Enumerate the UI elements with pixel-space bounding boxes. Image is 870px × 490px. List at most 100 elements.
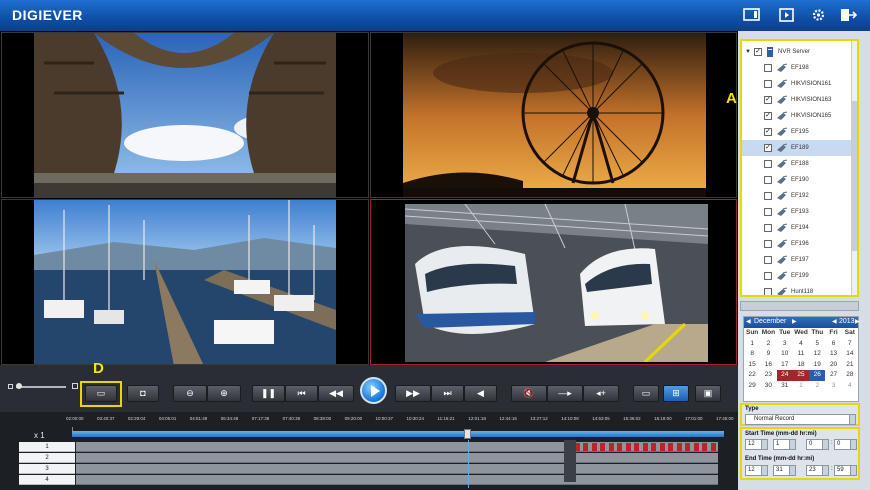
start-day-field[interactable]: 1 (773, 439, 796, 450)
calendar-day[interactable]: 8 (744, 349, 760, 360)
start-month-field[interactable]: 12 (745, 439, 768, 450)
play-icon[interactable] (360, 377, 387, 404)
calendar-day[interactable]: 1 (744, 339, 760, 350)
recording-segment[interactable] (676, 443, 682, 451)
step-forward-icon[interactable]: ⏭ (431, 385, 464, 402)
camera-checkbox[interactable]: ✓ (764, 144, 772, 152)
tree-item[interactable]: EF193 (742, 204, 855, 220)
video-cell-1[interactable] (1, 32, 369, 198)
volume-up-icon[interactable]: ◂+ (583, 385, 619, 402)
tree-root-nvr-server[interactable]: ▼ ✓ NVR Server (742, 44, 855, 60)
calendar-day[interactable]: 25 (792, 370, 810, 381)
channel-label[interactable]: 4 (19, 475, 75, 485)
tree-item[interactable]: EF198 (742, 60, 855, 76)
step-back-icon[interactable]: ⏮ (285, 385, 318, 402)
camera-checkbox[interactable]: ✓ (764, 96, 772, 104)
calendar-day[interactable]: 7 (842, 339, 858, 350)
camera-checkbox[interactable]: ✓ (764, 128, 772, 136)
camera-checkbox[interactable] (764, 272, 772, 280)
zoom-slider-thumb[interactable] (16, 383, 22, 389)
end-hour-field[interactable]: 23 (806, 465, 829, 476)
channel-track[interactable] (76, 475, 718, 485)
tree-item[interactable]: Hunt118 (742, 284, 855, 295)
tree-scroll-thumb[interactable] (852, 101, 857, 251)
calendar-day[interactable]: 24 (776, 370, 793, 381)
end-minute-field[interactable]: 59 (834, 465, 857, 476)
recording-segment[interactable] (608, 443, 614, 451)
end-day-field[interactable]: 31 (773, 465, 796, 476)
calendar-day[interactable]: 30 (760, 381, 776, 392)
fast-forward-icon[interactable]: ▶▶ (395, 385, 431, 402)
calendar-day[interactable]: 3 (825, 381, 841, 392)
calendar-day[interactable]: 11 (793, 349, 809, 360)
camera-checkbox[interactable]: ✓ (764, 112, 772, 120)
calendar-day[interactable]: 9 (760, 349, 776, 360)
calendar-day[interactable]: 27 (825, 370, 841, 381)
calendar-day[interactable]: 3 (777, 339, 793, 350)
tree-item[interactable]: EF196 (742, 236, 855, 252)
timeline-position-thumb[interactable] (464, 429, 471, 439)
settings-gear-icon[interactable] (810, 8, 827, 22)
calendar-day[interactable]: 22 (744, 370, 760, 381)
channel-track[interactable] (76, 464, 718, 474)
calendar-day[interactable]: 4 (842, 381, 858, 392)
rewind-icon[interactable]: ◀◀ (318, 385, 354, 402)
calendar-day[interactable]: 18 (793, 360, 809, 371)
calendar-day[interactable]: 4 (793, 339, 809, 350)
next-year-icon[interactable]: ▶ (855, 318, 860, 325)
recording-segment[interactable] (600, 443, 605, 451)
recording-segment[interactable] (668, 443, 673, 451)
camera-checkbox[interactable] (764, 176, 772, 184)
tree-item[interactable]: EF192 (742, 188, 855, 204)
recording-segment[interactable] (685, 443, 690, 451)
calendar-day[interactable]: 17 (777, 360, 793, 371)
calendar-day[interactable]: 29 (744, 381, 760, 392)
recording-segment[interactable] (634, 443, 639, 451)
calendar-day[interactable]: 12 (809, 349, 825, 360)
camera-checkbox[interactable] (764, 224, 772, 232)
recording-segment[interactable] (702, 443, 707, 451)
calendar-day[interactable]: 2 (809, 381, 825, 392)
timeline-scrollbar[interactable] (72, 431, 724, 437)
calendar-day[interactable]: 31 (777, 381, 793, 392)
tree-item[interactable]: EF197 (742, 252, 855, 268)
camera-checkbox[interactable] (764, 64, 772, 72)
tree-item[interactable]: ✓ EF195 (742, 124, 855, 140)
calendar-day[interactable]: 5 (809, 339, 825, 350)
camera-checkbox[interactable] (764, 240, 772, 248)
start-hour-field[interactable]: 0 (806, 439, 829, 450)
channel-track[interactable] (76, 442, 718, 452)
calendar-day[interactable]: 14 (842, 349, 858, 360)
monitor-icon[interactable] (743, 8, 760, 22)
channel-label[interactable]: 1 (19, 442, 75, 452)
recording-segment[interactable] (591, 443, 597, 451)
recording-segment[interactable] (625, 443, 631, 451)
channel-track[interactable] (76, 453, 718, 463)
calendar-day[interactable]: 13 (825, 349, 841, 360)
calendar-day[interactable]: 1 (793, 381, 809, 392)
zoom-out-button[interactable]: ⊖ (173, 385, 207, 402)
tree-item[interactable]: EF188 (742, 156, 855, 172)
prev-year-icon[interactable]: ◀ (832, 318, 837, 325)
camera-snapshot-button[interactable]: ◘ (127, 385, 159, 402)
mute-icon[interactable]: 🔇 (511, 385, 547, 402)
recording-segment[interactable] (693, 443, 699, 451)
playback-icon[interactable] (778, 8, 795, 22)
calendar-day[interactable]: 19 (809, 360, 825, 371)
camera-checkbox[interactable] (764, 80, 772, 88)
calendar-day[interactable]: 15 (744, 360, 760, 371)
calendar-day[interactable]: 2 (760, 339, 776, 350)
camera-checkbox[interactable] (764, 256, 772, 264)
volume-down-icon[interactable]: —▸ (547, 385, 583, 402)
recording-segment[interactable] (651, 443, 656, 451)
tree-scrollbar[interactable] (851, 41, 857, 295)
tree-item[interactable]: ✓ HIKVISION165 (742, 108, 855, 124)
channel-label[interactable]: 2 (19, 453, 75, 463)
root-checkbox[interactable]: ✓ (754, 48, 762, 56)
recording-segment[interactable] (642, 443, 648, 451)
camera-checkbox[interactable] (764, 208, 772, 216)
end-month-field[interactable]: 12 (745, 465, 768, 476)
camera-checkbox[interactable] (764, 288, 772, 295)
layout-single-button[interactable]: ▭ (633, 385, 659, 402)
recording-segment[interactable] (583, 443, 588, 451)
